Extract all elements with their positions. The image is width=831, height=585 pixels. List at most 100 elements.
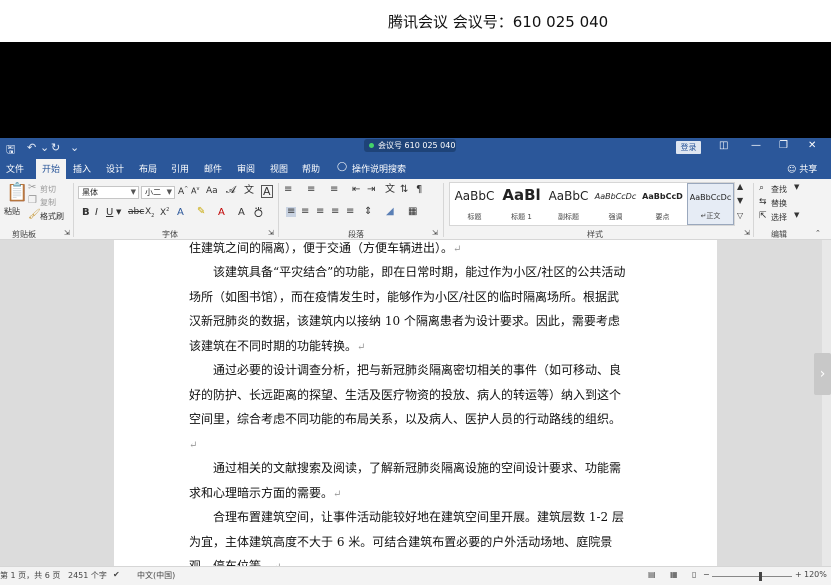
lightbulb-icon[interactable]: ◯: [337, 162, 347, 172]
restore-icon[interactable]: ❐: [779, 140, 788, 151]
copy-icon[interactable]: ❐: [28, 196, 37, 206]
undo-dropdown-icon[interactable]: ⌄: [40, 141, 49, 154]
align-center-icon[interactable]: ≡: [301, 207, 309, 217]
underline-dropdown-icon[interactable]: ▼: [116, 209, 121, 216]
login-button[interactable]: 登录: [676, 141, 701, 154]
undo-icon[interactable]: ↶: [27, 141, 36, 154]
subscript-icon[interactable]: X2: [145, 208, 154, 219]
word-count[interactable]: 2451 个字: [68, 570, 107, 581]
grow-font-icon[interactable]: A^: [178, 187, 188, 197]
tab-review[interactable]: 审阅: [237, 162, 255, 175]
style-strong[interactable]: AaBbCcD 要点: [639, 183, 686, 225]
phonetic-guide-icon[interactable]: 文: [244, 186, 254, 196]
tab-mailings[interactable]: 邮件: [204, 162, 222, 175]
zoom-slider[interactable]: [712, 576, 792, 577]
font-size-combo[interactable]: 小二 ▼: [141, 186, 175, 199]
styles-more-icon[interactable]: ▽: [737, 212, 743, 220]
language-indicator[interactable]: 中文(中国): [137, 570, 175, 581]
read-mode-icon[interactable]: ▤: [648, 570, 656, 579]
replace-button[interactable]: 替换: [771, 198, 787, 209]
sort-icon[interactable]: ⇅: [400, 185, 408, 195]
style-heading-1[interactable]: AaBl 标题 1: [498, 183, 545, 225]
share-button[interactable]: ☺ 共享: [787, 162, 817, 175]
text-effects-icon[interactable]: A: [177, 208, 184, 218]
select-icon[interactable]: ⇱: [759, 212, 767, 221]
zoom-out-icon[interactable]: −: [703, 570, 710, 579]
tell-me-search[interactable]: 操作说明搜索: [352, 162, 406, 175]
zoom-level[interactable]: 120%: [804, 570, 827, 579]
copy-button[interactable]: 复制: [40, 197, 56, 208]
tab-design[interactable]: 设计: [106, 162, 124, 175]
web-layout-icon[interactable]: ▯: [692, 570, 696, 579]
cut-button[interactable]: 剪切: [40, 184, 56, 195]
align-right-icon[interactable]: ≡: [316, 207, 324, 217]
minimize-icon[interactable]: —: [751, 140, 761, 151]
numbering-icon[interactable]: ≡: [307, 185, 315, 195]
styles-scroll-up-icon[interactable]: ▲: [737, 183, 743, 191]
superscript-icon[interactable]: X2: [160, 208, 169, 218]
style-subtitle[interactable]: AaBbC 副标题: [545, 183, 592, 225]
line-spacing-icon[interactable]: ⇕: [364, 207, 372, 217]
font-color-icon[interactable]: A: [218, 208, 225, 218]
style-emphasis[interactable]: AaBbCcDc 强调: [592, 183, 639, 225]
find-dropdown-icon[interactable]: ▼: [794, 184, 799, 191]
find-button[interactable]: 查找: [771, 184, 787, 195]
tab-references[interactable]: 引用: [171, 162, 189, 175]
highlight-icon[interactable]: ✎: [197, 207, 205, 217]
character-shading-icon[interactable]: A: [238, 208, 245, 218]
bold-icon[interactable]: B: [82, 208, 90, 218]
font-launcher-icon[interactable]: ⇲: [268, 230, 274, 237]
paste-icon[interactable]: 📋: [6, 184, 28, 202]
proofing-icon[interactable]: ✔: [113, 570, 120, 579]
collapse-ribbon-icon[interactable]: ⌃: [815, 230, 821, 237]
print-layout-icon[interactable]: ▦: [670, 570, 678, 579]
zoom-in-icon[interactable]: +: [795, 570, 802, 579]
ribbon-display-options-icon[interactable]: ◫: [719, 140, 728, 151]
cut-icon[interactable]: ✂: [28, 183, 36, 193]
styles-launcher-icon[interactable]: ⇲: [744, 230, 750, 237]
underline-icon[interactable]: U: [106, 208, 113, 218]
tab-home[interactable]: 开始: [36, 159, 67, 179]
chinese-layout-icon[interactable]: 文: [385, 185, 395, 195]
style-normal[interactable]: AaBbCcDc ↵正文: [687, 183, 734, 225]
paste-button[interactable]: 粘贴: [4, 206, 20, 217]
styles-scroll-down-icon[interactable]: ▼: [737, 197, 743, 205]
change-case-icon[interactable]: Aa: [206, 187, 218, 196]
close-icon[interactable]: ✕: [808, 140, 816, 151]
style-title[interactable]: AaBbC 标题: [451, 183, 498, 225]
italic-icon[interactable]: I: [95, 208, 98, 218]
document-page[interactable]: 住建筑之间的隔离），便于交通（方便车辆进出）。↵ 该建筑具备“平灾结合”的功能，…: [114, 240, 717, 566]
select-dropdown-icon[interactable]: ▼: [794, 212, 799, 219]
align-left-icon[interactable]: ≡: [286, 207, 297, 217]
borders-icon[interactable]: ▦: [408, 207, 417, 217]
page-count[interactable]: 第 1 页，共 6 页: [0, 570, 60, 581]
clipboard-launcher-icon[interactable]: ⇲: [64, 230, 70, 237]
bullets-icon[interactable]: ≡: [284, 185, 292, 195]
vertical-scrollbar[interactable]: [822, 240, 831, 566]
format-painter-icon[interactable]: 🖌: [28, 210, 41, 220]
quick-access-customize-icon[interactable]: ⌄: [70, 141, 79, 154]
meeting-id-pill[interactable]: 会议号 610 025 040: [364, 139, 456, 152]
multilevel-list-icon[interactable]: ≡: [330, 185, 338, 195]
enclose-characters-icon[interactable]: ⛣: [253, 207, 264, 218]
find-icon[interactable]: ⌕: [759, 184, 764, 193]
side-panel-expand-button[interactable]: ›: [814, 353, 831, 395]
tab-help[interactable]: 帮助: [302, 162, 320, 175]
redo-icon[interactable]: ↻: [51, 141, 60, 154]
shading-icon[interactable]: ◢: [386, 207, 394, 217]
zoom-slider-knob[interactable]: [759, 572, 762, 581]
paragraph-launcher-icon[interactable]: ⇲: [432, 230, 438, 237]
format-painter-button[interactable]: 格式刷: [40, 211, 64, 222]
select-button[interactable]: 选择: [771, 212, 787, 223]
distributed-icon[interactable]: ≡: [346, 207, 354, 217]
increase-indent-icon[interactable]: ⇥: [367, 185, 375, 195]
font-name-combo[interactable]: 黑体 ▼: [78, 186, 139, 199]
justify-icon[interactable]: ≡: [331, 207, 339, 217]
tab-view[interactable]: 视图: [270, 162, 288, 175]
character-border-icon[interactable]: A: [261, 185, 273, 198]
show-formatting-marks-icon[interactable]: ¶: [416, 185, 422, 195]
strikethrough-icon[interactable]: abc: [128, 208, 144, 217]
tab-layout[interactable]: 布局: [139, 162, 157, 175]
tab-insert[interactable]: 插入: [73, 162, 91, 175]
tab-file[interactable]: 文件: [6, 162, 24, 175]
